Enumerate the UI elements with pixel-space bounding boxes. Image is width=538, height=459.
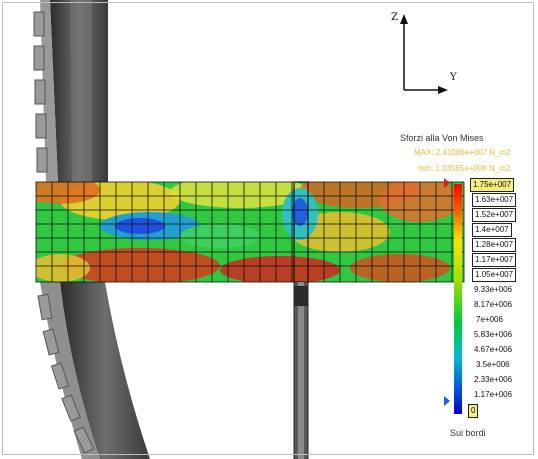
legend-title: Sforzi alla Von Mises	[400, 133, 484, 143]
legend-tick: 1.17e+006	[474, 390, 513, 399]
legend-tick: 1.75e+007	[470, 178, 515, 192]
legend-max: MAX: 2.41086e+007 N_m2	[414, 148, 511, 157]
y-axis-label: Y	[450, 72, 457, 83]
legend-tick: 8.17e+006	[474, 300, 513, 309]
legend-tick: 1.52e+007	[472, 208, 517, 222]
legend-tick: 1.17e+007	[472, 253, 517, 267]
legend-tick: 2.33e+006	[474, 375, 513, 384]
legend-tick: 1.28e+007	[472, 238, 517, 252]
legend-footer: Sui bordi	[450, 428, 486, 438]
axis-triad	[400, 14, 448, 94]
legend-tick: 4.67e+006	[474, 345, 513, 354]
legend-tick: 0	[468, 404, 479, 418]
stress-contour-beam[interactable]	[20, 172, 464, 284]
legend-tick: 7e+006	[476, 315, 503, 324]
wheel-rim-upper	[33, 0, 108, 182]
legend-tick: 1.05e+007	[472, 268, 517, 282]
legend-tick: 9.33e+006	[474, 285, 513, 294]
legend-tick: 1.4e+007	[472, 223, 512, 237]
legend-tick: 3.5e+006	[476, 360, 510, 369]
legend-tick: 1.63e+007	[472, 193, 517, 207]
legend-min: min: 1.03565e+006 N_m2	[418, 164, 511, 173]
wheel-rim-lower	[37, 282, 150, 459]
fea-viewport[interactable]: Z Y Sforzi alla Von Mises MAX: 2.41086e+…	[0, 0, 538, 459]
z-axis-label: Z	[391, 12, 398, 23]
legend-tick: 5.83e+006	[474, 330, 513, 339]
model-scene[interactable]	[0, 0, 538, 459]
